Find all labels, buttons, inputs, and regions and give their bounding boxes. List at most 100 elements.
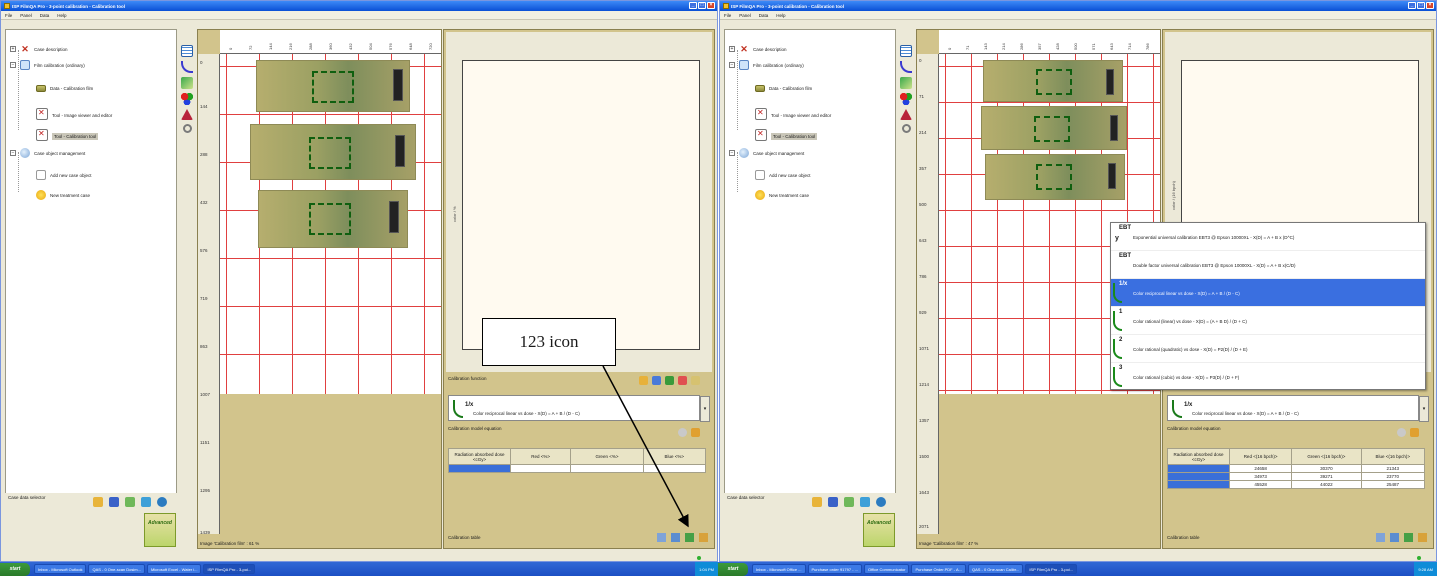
table-cell[interactable]: 30370 (1291, 464, 1362, 473)
table-row[interactable]: 34973 39271 23770 (1167, 472, 1426, 481)
rgb-channels-icon[interactable] (900, 93, 912, 105)
minimize-button[interactable]: _ (1408, 2, 1416, 9)
roi-rectangle[interactable] (1036, 69, 1072, 95)
globe-icon[interactable] (876, 497, 886, 507)
start-button[interactable]: start (718, 562, 748, 576)
roi-rectangle[interactable] (312, 71, 354, 103)
calibration-function-select[interactable]: 1/x Color reciprocal linear vs dose - X(… (448, 395, 710, 422)
tree-item-case-object-management[interactable]: − Case object management (729, 148, 804, 158)
menu-file[interactable]: File (724, 13, 731, 18)
add-icon[interactable] (125, 497, 135, 507)
table-cell[interactable] (1167, 472, 1230, 481)
collapse-icon[interactable]: − (729, 150, 735, 156)
roi-rectangle[interactable] (1034, 116, 1070, 142)
taskbar-item[interactable]: Office Communicator (863, 564, 910, 574)
menu-help[interactable]: Help (776, 13, 785, 18)
globe-icon[interactable] (157, 497, 167, 507)
table-cell[interactable] (570, 464, 644, 473)
taskbar-item[interactable]: Inbox - Microsoft Outlook (34, 564, 87, 574)
menu-help[interactable]: Help (57, 13, 66, 18)
table-cell[interactable] (642, 464, 707, 473)
plus-minus-icon[interactable] (1404, 533, 1413, 542)
minimize-button[interactable]: _ (689, 2, 697, 9)
table-cell[interactable]: 23770 (1360, 472, 1426, 481)
roi-rectangle[interactable] (309, 203, 351, 235)
table-cell[interactable]: 21343 (1360, 464, 1426, 473)
expand-icon[interactable]: + (10, 46, 16, 52)
table-icon[interactable] (657, 533, 666, 542)
triangle-tool-icon[interactable] (181, 109, 193, 120)
calibration-table[interactable]: Radiation absorbed dose <cGy> Red <(16 b… (1167, 448, 1426, 489)
tree-item-new-treatment-case[interactable]: New treatment case (36, 190, 90, 200)
tree-item-new-treatment-case[interactable]: New treatment case (755, 190, 809, 200)
folder-icon[interactable] (812, 497, 822, 507)
calibration-function-dropdown[interactable]: EBT y Exponential universal calibration … (1110, 222, 1426, 390)
table-cell[interactable] (448, 464, 511, 473)
pen-tool-icon[interactable] (900, 77, 912, 89)
menu-file[interactable]: File (5, 13, 12, 18)
rgb-icon[interactable] (678, 376, 687, 385)
dropdown-option-selected[interactable]: 1/x Color reciprocal linear vs dose - X(… (1111, 279, 1425, 307)
info-icon[interactable] (678, 428, 687, 437)
apply-icon[interactable] (1410, 428, 1419, 437)
tree-item-image-viewer[interactable]: Tool - Image viewer and editor (755, 106, 831, 124)
chart-icon[interactable] (652, 376, 661, 385)
calibration-table[interactable]: Radiation absorbed dose <cGy> Red <%> Gr… (448, 448, 707, 473)
apply-icon[interactable] (691, 428, 700, 437)
tree-item-add-case-object[interactable]: Add new case object (755, 170, 811, 180)
sort-icon[interactable] (671, 533, 680, 542)
taskbar-item[interactable]: ISP FilmQA Pro - 3-poi... (1025, 564, 1078, 574)
expand-icon[interactable]: + (729, 46, 735, 52)
table-row[interactable]: 24658 30370 21343 (1167, 464, 1426, 473)
magnifier-icon[interactable] (182, 124, 192, 133)
arrow-icon[interactable] (860, 497, 870, 507)
curve-tool-icon[interactable] (181, 61, 193, 73)
menu-data[interactable]: Data (759, 13, 769, 18)
collapse-icon[interactable]: − (10, 150, 16, 156)
table-cell[interactable] (1167, 464, 1230, 473)
dropdown-arrow-icon[interactable]: ▾ (700, 396, 710, 422)
dropdown-option[interactable]: 1 Color rational (linear) vs dose - X(D)… (1111, 307, 1425, 335)
table-cell[interactable]: 24658 (1228, 464, 1293, 473)
123-icon[interactable] (1418, 533, 1427, 542)
table-icon[interactable] (1376, 533, 1385, 542)
calibration-function-select[interactable]: 1/x Color reciprocal linear vs dose - X(… (1167, 395, 1429, 422)
taskbar-item[interactable]: QAS - 0 One-scan Dosim... (88, 564, 145, 574)
baseline-icon[interactable] (691, 376, 700, 385)
tree-item-case-object-management[interactable]: − Case object management (10, 148, 85, 158)
plus-minus-icon[interactable] (685, 533, 694, 542)
close-button[interactable]: × (1426, 2, 1434, 9)
tree-item-image-viewer[interactable]: Tool - Image viewer and editor (36, 106, 112, 124)
film-image-canvas[interactable] (220, 54, 441, 394)
table-cell[interactable]: 39271 (1291, 472, 1362, 481)
123-icon[interactable] (699, 533, 708, 542)
collapse-icon[interactable]: − (10, 62, 16, 68)
taskbar-item[interactable]: Inbox - Microsoft Office ... (752, 564, 806, 574)
grid-tool-icon[interactable] (900, 45, 912, 57)
arrow-icon[interactable] (141, 497, 151, 507)
tree-item-film-calibration[interactable]: − Film calibration (ordinary) (10, 60, 85, 70)
tree-item-film-calibration[interactable]: − Film calibration (ordinary) (729, 60, 804, 70)
add-icon[interactable] (844, 497, 854, 507)
taskbar-item[interactable]: Purchase order 91797 - ... (807, 564, 862, 574)
roi-rectangle[interactable] (309, 137, 351, 169)
tree-item-calibration-tool[interactable]: Tool - Calibration tool (755, 127, 818, 145)
table-cell[interactable]: 44022 (1291, 480, 1362, 489)
dropdown-arrow-icon[interactable]: ▾ (1419, 396, 1429, 422)
menu-panel[interactable]: Panel (739, 13, 751, 18)
tree-item-calibration-film[interactable]: Data - Calibration film (36, 85, 93, 92)
sort-icon[interactable] (1390, 533, 1399, 542)
taskbar-item[interactable]: QAS - 0 One-scan Calibr... (967, 564, 1024, 574)
rgb-channels-icon[interactable] (181, 93, 193, 105)
curve-tool-icon[interactable] (900, 61, 912, 73)
save-icon[interactable] (109, 497, 119, 507)
maximize-button[interactable]: □ (698, 2, 706, 9)
table-cell[interactable] (509, 464, 572, 473)
maximize-button[interactable]: □ (1417, 2, 1425, 9)
table-row[interactable] (448, 464, 707, 473)
menu-panel[interactable]: Panel (20, 13, 32, 18)
taskbar-item[interactable]: ISP FilmQA Pro - 3-poi... (203, 564, 256, 574)
taskbar-item[interactable]: Microsoft Excel - Water i... (146, 564, 202, 574)
save-icon[interactable] (828, 497, 838, 507)
fit-icon[interactable] (639, 376, 648, 385)
